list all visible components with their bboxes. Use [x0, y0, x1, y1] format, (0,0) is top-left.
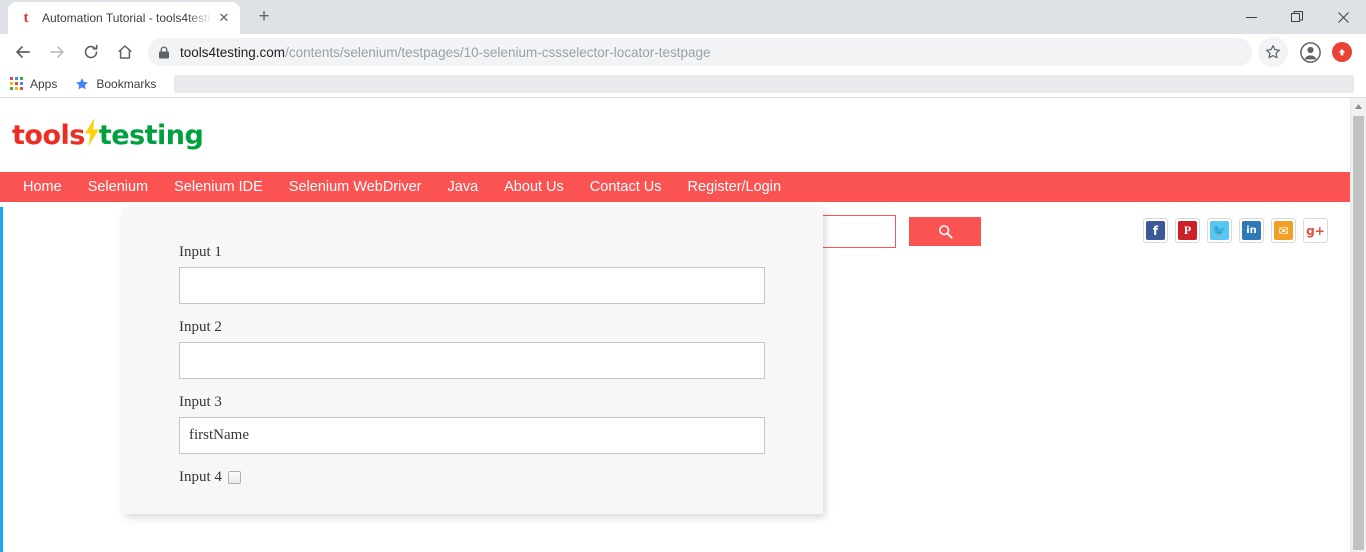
address-bar-url: tools4testing.com/contents/selenium/test…	[180, 45, 711, 60]
browser-toolbar: tools4testing.com/contents/selenium/test…	[0, 34, 1366, 70]
input-3-value: firstName	[189, 427, 249, 443]
input-4-row: Input 4	[179, 469, 823, 486]
label-input-1: Input 1	[179, 244, 222, 260]
reload-icon[interactable]	[76, 37, 106, 67]
home-icon[interactable]	[110, 37, 140, 67]
input-2-field[interactable]	[179, 342, 765, 379]
tab-favicon-icon: t	[23, 10, 29, 26]
page-scrollbar[interactable]	[1350, 98, 1366, 552]
social-linkedin-icon[interactable]: in	[1239, 218, 1264, 243]
close-icon[interactable]	[1320, 0, 1366, 34]
nav-item-contact-us[interactable]: Contact Us	[577, 179, 675, 195]
star-icon[interactable]	[1258, 37, 1288, 67]
logo-text-testing: testing	[98, 119, 204, 151]
nav-item-register-login[interactable]: Register/Login	[675, 179, 795, 195]
nav-item-java[interactable]: Java	[435, 179, 492, 195]
social-facebook-icon[interactable]: f	[1143, 218, 1168, 243]
forward-arrow-icon	[42, 37, 72, 67]
bookmarks-bar: Apps Bookmarks	[0, 70, 1366, 98]
social-googleplus-icon[interactable]: g+	[1303, 218, 1328, 243]
nav-item-selenium[interactable]: Selenium	[75, 179, 161, 195]
social-pinterest-icon[interactable]: P	[1175, 218, 1200, 243]
minimize-icon[interactable]	[1228, 0, 1274, 34]
site-nav: Home Selenium Selenium IDE Selenium WebD…	[0, 172, 1350, 202]
site-logo[interactable]: tools testing	[12, 117, 204, 153]
input-3-field[interactable]: firstName	[179, 417, 765, 454]
apps-grid-icon	[10, 77, 23, 90]
back-arrow-icon[interactable]	[8, 37, 38, 67]
search-icon	[938, 224, 953, 239]
social-twitter-icon[interactable]: 🐦	[1207, 218, 1232, 243]
input-4-checkbox[interactable]	[227, 471, 241, 484]
update-icon[interactable]	[1332, 42, 1352, 62]
content-panel: Input 1 Input 2 Input 3 firstName Input …	[123, 208, 823, 514]
new-tab-button[interactable]: +	[250, 3, 278, 31]
site-header: tools testing Google Custom Search	[0, 98, 1350, 248]
lock-icon	[158, 46, 170, 59]
address-bar-path: /contents/selenium/testpages/10-selenium…	[285, 44, 711, 60]
label-input-4: Input 4	[179, 469, 222, 485]
lightning-bolt-icon	[84, 117, 100, 153]
input-1-field[interactable]	[179, 267, 765, 304]
social-links: f P 🐦 in ✉ g+	[1136, 218, 1328, 243]
test-form: Input 1 Input 2 Input 3 firstName Input …	[123, 208, 823, 486]
bookmark-item-apps[interactable]: Apps	[10, 77, 57, 91]
scroll-up-icon[interactable]	[1351, 98, 1366, 114]
social-email-icon[interactable]: ✉	[1271, 218, 1296, 243]
toolbar-right-actions	[1258, 37, 1358, 67]
label-input-2: Input 2	[179, 319, 222, 335]
bookmarks-bar-empty-area	[174, 74, 1355, 93]
label-input-3: Input 3	[179, 394, 222, 410]
browser-window: t Automation Tutorial - tools4testi ✕ +	[0, 0, 1366, 552]
nav-item-home[interactable]: Home	[10, 179, 75, 195]
bookmark-item-bookmarks[interactable]: Bookmarks	[75, 77, 156, 91]
tab-strip: t Automation Tutorial - tools4testi ✕ +	[0, 0, 1366, 34]
nav-item-about-us[interactable]: About Us	[491, 179, 577, 195]
left-accent-rail	[0, 207, 3, 552]
web-page: tools testing Google Custom Search	[0, 98, 1350, 552]
window-controls	[1228, 0, 1366, 34]
star-folder-icon	[75, 77, 89, 91]
tab-title: Automation Tutorial - tools4testi	[42, 11, 211, 25]
search-button[interactable]	[909, 217, 981, 246]
nav-item-selenium-ide[interactable]: Selenium IDE	[161, 179, 276, 195]
browser-tab[interactable]: t Automation Tutorial - tools4testi ✕	[8, 2, 240, 34]
address-bar[interactable]: tools4testing.com/contents/selenium/test…	[148, 38, 1252, 66]
profile-avatar-icon[interactable]	[1296, 38, 1324, 66]
bookmark-label-apps: Apps	[30, 76, 58, 91]
bookmark-label-bookmarks: Bookmarks	[96, 76, 157, 91]
page-viewport: tools testing Google Custom Search	[0, 98, 1366, 552]
logo-text-tools: tools	[12, 119, 85, 151]
maximize-icon[interactable]	[1274, 0, 1320, 34]
address-bar-host: tools4testing.com	[180, 44, 286, 60]
scrollbar-thumb[interactable]	[1353, 116, 1364, 550]
tab-close-icon[interactable]: ✕	[216, 10, 232, 26]
nav-item-selenium-webdriver[interactable]: Selenium WebDriver	[276, 179, 435, 195]
